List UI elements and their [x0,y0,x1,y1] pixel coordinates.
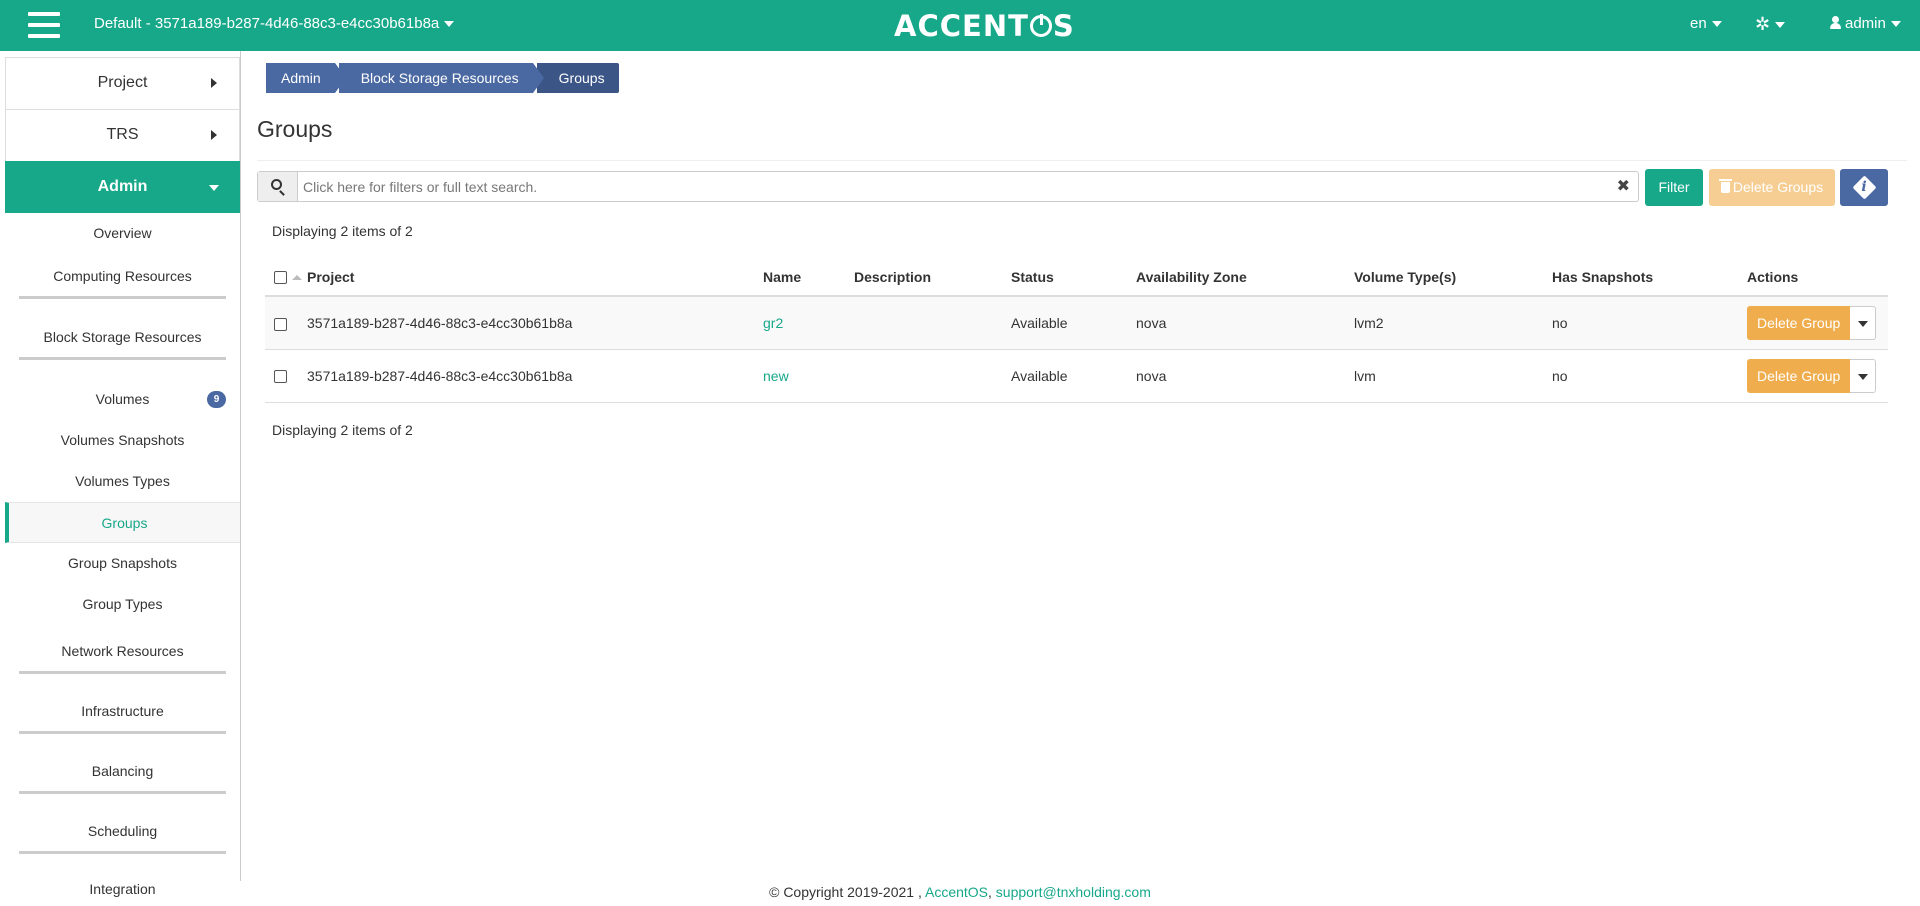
filter-button[interactable]: Filter [1645,169,1703,206]
title-divider [257,160,1907,161]
sidebar-item-volumes-types[interactable]: Volumes Types [5,461,240,502]
actions-dropdown-toggle[interactable] [1850,305,1877,340]
sidebar-item-volumes-snapshots[interactable]: Volumes Snapshots [5,420,240,461]
row-actions: Delete Group [1747,358,1877,393]
chevron-right-icon [211,130,217,140]
sidebar-item-overview[interactable]: Overview [5,213,240,254]
col-status[interactable]: Status [1011,258,1136,297]
cell-volume-types: lvm2 [1354,296,1552,350]
sidebar-item-volumes[interactable]: Volumes 9 [5,379,240,420]
user-menu[interactable]: admin [1830,15,1901,32]
col-name[interactable]: Name [763,258,854,297]
user-icon [1830,16,1841,29]
col-actions: Actions [1747,258,1888,297]
sidebar: Project TRS Admin Overview Computing Res… [5,51,241,897]
col-volume-types[interactable]: Volume Type(s) [1354,258,1552,297]
col-project[interactable]: Project [307,258,763,297]
cell-has-snapshots: no [1552,296,1747,350]
chevron-down-icon [1711,21,1722,28]
settings-menu[interactable]: ✲ [1755,14,1786,34]
select-all-header [265,258,307,297]
accentos-logo: ACCENT S [894,9,1075,43]
cell-availability-zone: nova [1136,296,1354,350]
gear-icon: ✲ [1755,14,1771,34]
clear-search-icon[interactable]: ✖ [1617,176,1630,196]
cell-project: 3571a189-b287-4d46-88c3-e4cc30b61b8a [307,349,763,403]
sidebar-item-infrastructure[interactable]: Infrastructure [5,689,240,739]
chevron-right-icon [211,78,217,88]
group-name-link[interactable]: gr2 [763,315,783,331]
trash-icon [1718,179,1732,193]
items-count-top: Displaying 2 items of 2 [272,223,413,239]
sort-asc-icon[interactable] [292,274,302,280]
sidebar-project[interactable]: Project [5,57,240,109]
cell-availability-zone: nova [1136,349,1354,403]
footer-copyright: © Copyright 2019-2021 , [769,884,922,900]
sidebar-trs[interactable]: TRS [5,109,240,161]
col-availability-zone[interactable]: Availability Zone [1136,258,1354,297]
groups-table: Project Name Description Status Availabi… [265,258,1888,403]
row-checkbox[interactable] [274,317,287,331]
cell-description [854,349,1011,403]
actions-dropdown-toggle[interactable] [1850,358,1877,393]
sidebar-item-scheduling[interactable]: Scheduling [5,809,240,859]
chevron-down-icon [444,21,455,28]
cell-project: 3571a189-b287-4d46-88c3-e4cc30b61b8a [307,296,763,350]
col-description[interactable]: Description [854,258,1011,297]
breadcrumb: Admin Block Storage Resources Groups [266,63,619,93]
user-name: admin [1845,15,1886,32]
project-selector[interactable]: Default - 3571a189-b287-4d46-88c3-e4cc30… [94,15,455,32]
delete-group-button[interactable]: Delete Group [1747,305,1851,340]
table-header-row: Project Name Description Status Availabi… [265,258,1888,297]
chevron-down-icon [1890,21,1901,28]
breadcrumb-groups[interactable]: Groups [536,63,619,93]
page-title: Groups [257,116,333,142]
sidebar-item-group-types[interactable]: Group Types [5,584,240,625]
cell-description [854,296,1011,350]
chevron-down-icon [1775,22,1786,29]
search-button[interactable] [258,172,298,201]
row-checkbox[interactable] [274,370,287,384]
row-actions: Delete Group [1747,305,1877,340]
sidebar-item-balancing[interactable]: Balancing [5,749,240,799]
footer: © Copyright 2019-2021 , AccentOS, suppor… [0,884,1920,900]
cell-has-snapshots: no [1552,349,1747,403]
breadcrumb-block-storage[interactable]: Block Storage Resources [338,63,544,93]
help-button[interactable]: i [1840,169,1888,206]
footer-separator: , [988,884,992,900]
cell-volume-types: lvm [1354,349,1552,403]
footer-support-email-link[interactable]: support@tnxholding.com [996,884,1151,900]
volumes-count-badge: 9 [207,391,226,408]
search-icon [271,179,282,190]
select-all-checkbox[interactable] [274,271,287,285]
language-selector[interactable]: en [1690,15,1722,32]
group-name-link[interactable]: new [763,368,789,384]
hamburger-menu-icon[interactable] [28,12,60,40]
footer-accentos-link[interactable]: AccentOS [925,884,988,900]
cell-status: Available [1011,349,1136,403]
col-has-snapshots[interactable]: Has Snapshots [1552,258,1747,297]
breadcrumb-admin[interactable]: Admin [266,63,346,93]
sidebar-item-block-storage-resources[interactable]: Block Storage Resources [5,315,240,365]
search-bar: ✖ [257,171,1639,202]
items-count-bottom: Displaying 2 items of 2 [272,422,413,438]
delete-group-button[interactable]: Delete Group [1747,358,1851,393]
delete-groups-button[interactable]: Delete Groups [1709,169,1835,206]
power-icon [1029,14,1052,37]
cell-status: Available [1011,296,1136,350]
chevron-down-icon [209,185,219,191]
table-row: 3571a189-b287-4d46-88c3-e4cc30b61b8a gr2… [265,296,1888,350]
table-row: 3571a189-b287-4d46-88c3-e4cc30b61b8a new… [265,349,1888,403]
top-navbar: Default - 3571a189-b287-4d46-88c3-e4cc30… [0,0,1920,51]
project-selector-label: Default - 3571a189-b287-4d46-88c3-e4cc30… [94,15,440,32]
sidebar-item-groups[interactable]: Groups [5,502,240,543]
language-label: en [1690,15,1707,32]
sidebar-item-computing-resources[interactable]: Computing Resources [5,254,240,304]
sidebar-item-network-resources[interactable]: Network Resources [5,629,240,679]
search-input[interactable] [303,172,1603,201]
sidebar-item-group-snapshots[interactable]: Group Snapshots [5,543,240,584]
sidebar-admin[interactable]: Admin [5,161,240,213]
